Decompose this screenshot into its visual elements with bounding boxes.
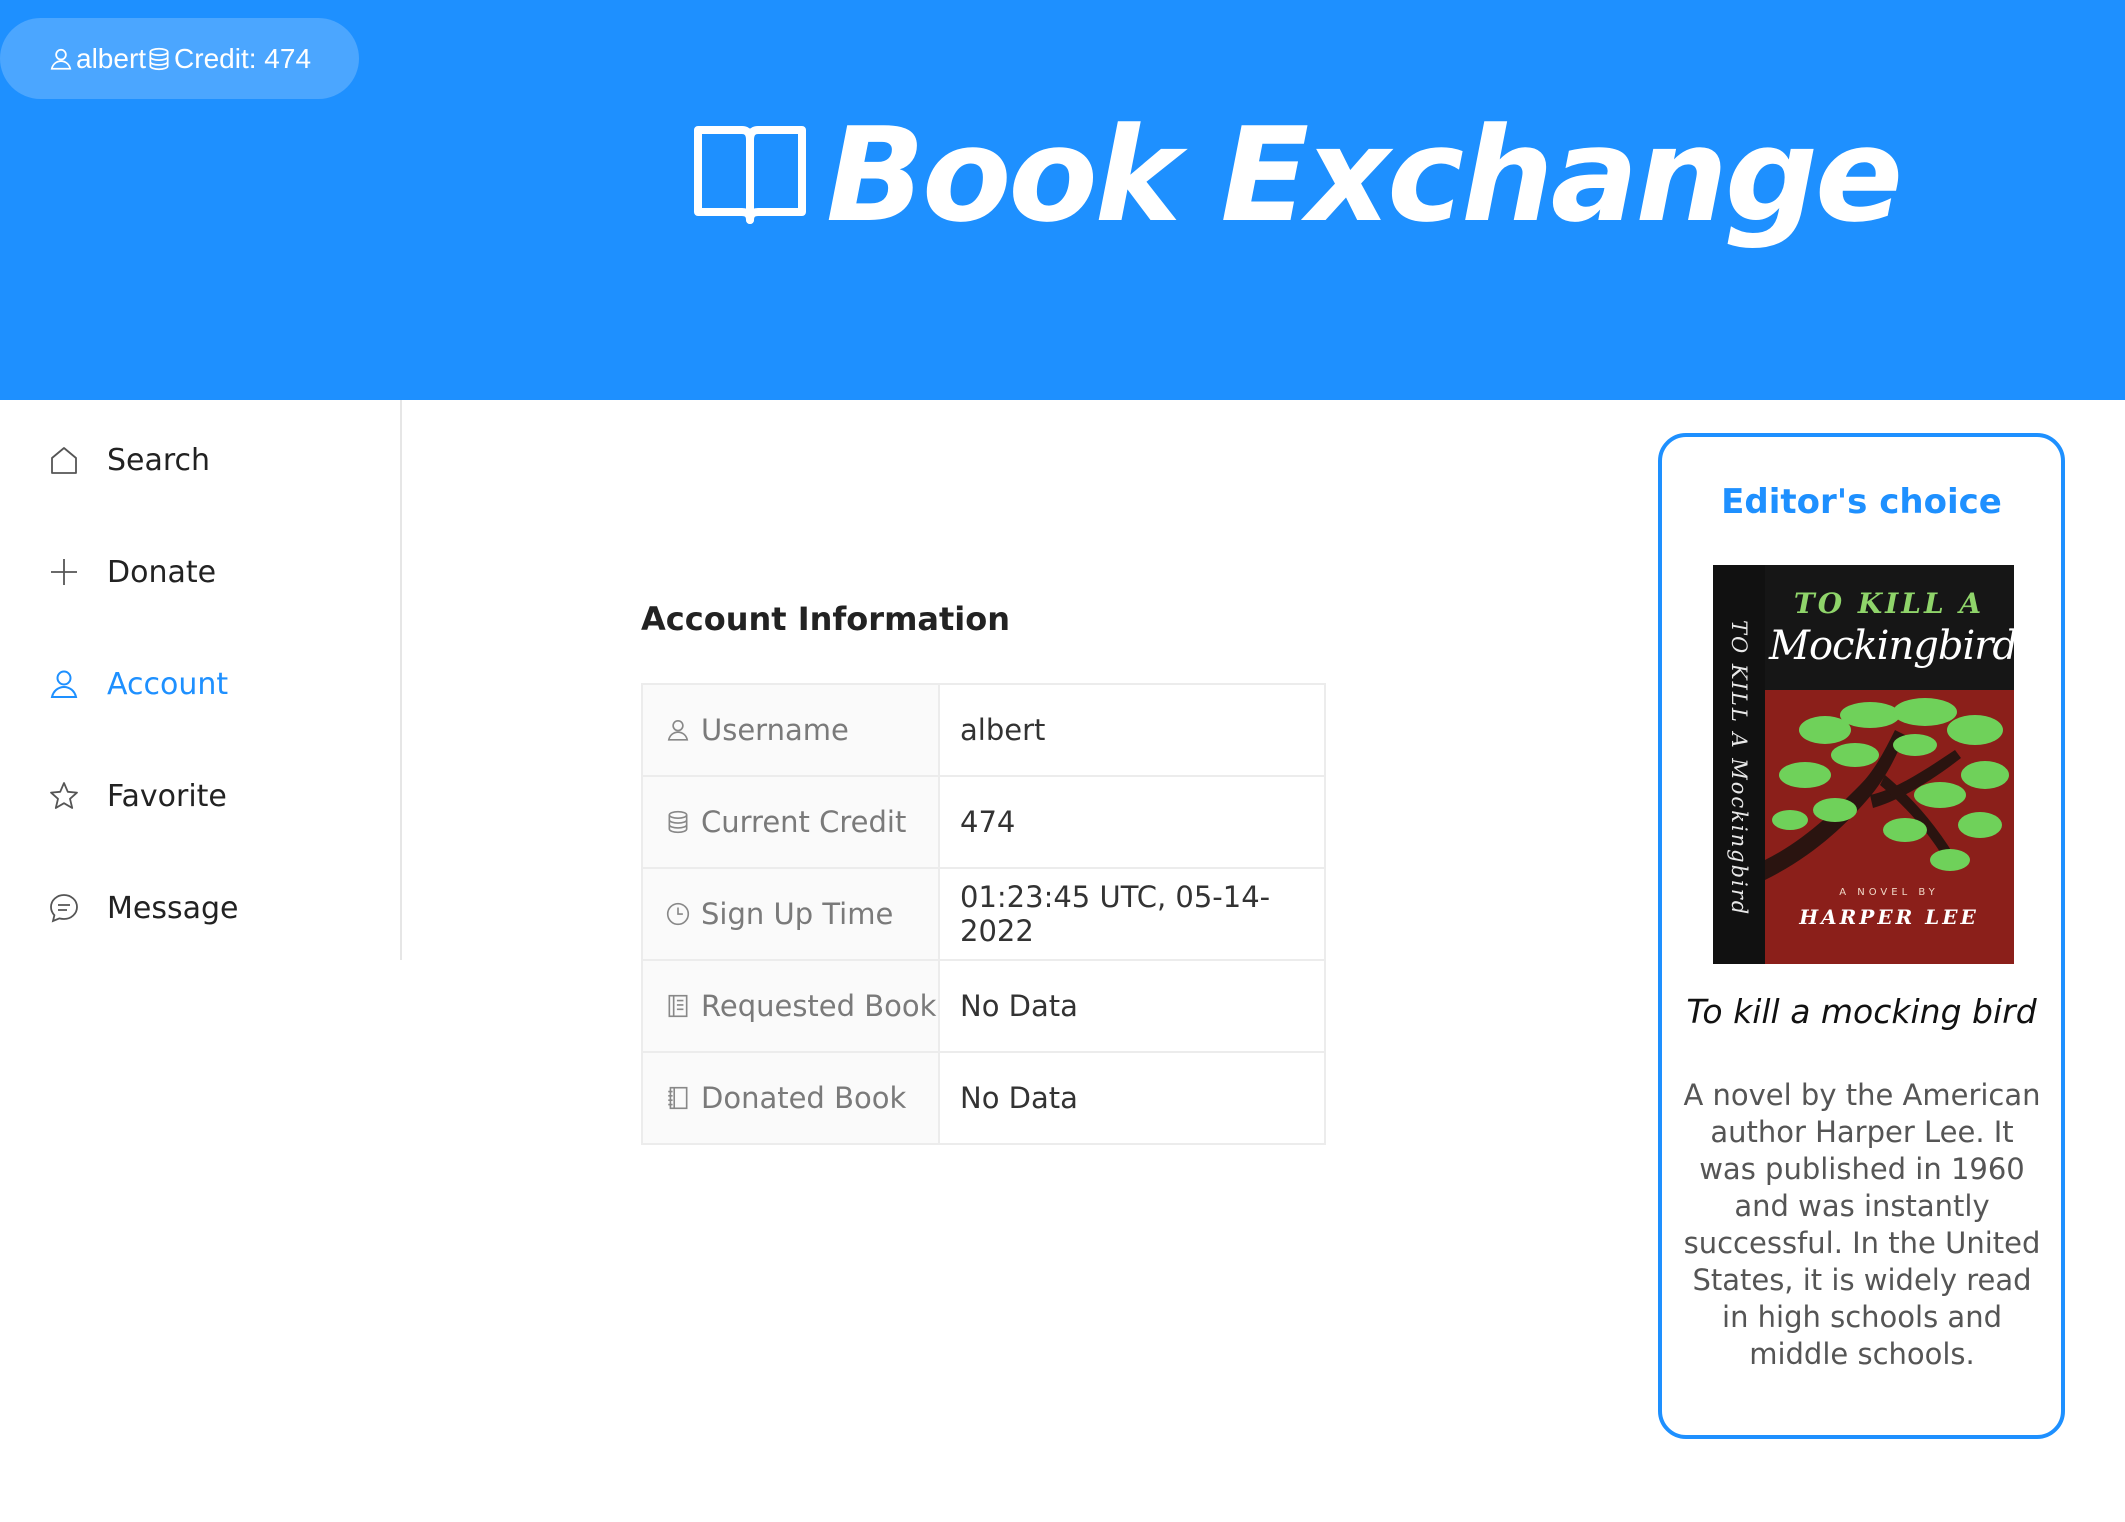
book-description: A novel by the American author Harper Le… <box>1683 1078 2041 1371</box>
row-label-text: Current Credit <box>701 805 907 839</box>
database-icon <box>146 46 172 72</box>
row-value: 01:23:45 UTC, 05-14-2022 <box>938 867 1326 961</box>
sidebar-nav: Search Donate Account Favorite Message <box>0 400 402 960</box>
sidebar-item-label: Account <box>107 666 229 702</box>
cover-spine-text: TO KILL A Mockingbird <box>1727 620 1751 917</box>
row-label: Username <box>641 683 940 777</box>
username-label: albert <box>76 42 147 74</box>
brand-title: Book Exchange <box>826 99 1903 251</box>
table-row: Sign Up Time 01:23:45 UTC, 05-14-2022 <box>641 867 1326 961</box>
database-icon <box>665 809 691 835</box>
sidebar-item-donate[interactable]: Donate <box>0 532 400 612</box>
book-cover-image[interactable]: TO KILL A Mockingbird TO KILL A Mockingb… <box>1713 565 2014 964</box>
sidebar-item-label: Message <box>107 890 239 926</box>
notebook-icon <box>665 1085 691 1111</box>
table-row: Username albert <box>641 683 1326 777</box>
user-icon <box>48 668 80 700</box>
user-icon <box>48 46 74 72</box>
sidebar-item-account[interactable]: Account <box>0 644 400 724</box>
row-label: Donated Book <box>641 1051 940 1145</box>
sidebar-item-label: Donate <box>107 554 217 590</box>
row-value: No Data <box>938 959 1326 1053</box>
account-info-table: Username albert Current Credit 474 Sign … <box>641 683 1326 1145</box>
card-title: Editor's choice <box>1721 482 2002 522</box>
message-icon <box>48 892 80 924</box>
app-header: albert Credit: 474 Book Exchange <box>0 0 2125 400</box>
row-value: No Data <box>938 1051 1326 1145</box>
open-book-icon <box>690 120 810 230</box>
brand: Book Exchange <box>690 99 1903 251</box>
cover-top-line: TO KILL A <box>1793 587 1985 620</box>
cover-author: HARPER LEE <box>1799 905 1979 929</box>
credit-label: Credit: 474 <box>174 42 312 74</box>
row-label-text: Donated Book <box>701 1081 907 1115</box>
section-title: Account Information <box>641 600 1011 638</box>
cover-main-title: Mockingbird <box>1769 623 2014 669</box>
table-row: Requested Book No Data <box>641 959 1326 1053</box>
user-credit-pill[interactable]: albert Credit: 474 <box>0 18 359 99</box>
sidebar-item-label: Search <box>107 442 211 478</box>
row-value: 474 <box>938 775 1326 869</box>
sidebar-item-favorite[interactable]: Favorite <box>0 756 400 836</box>
row-label-text: Username <box>701 713 849 747</box>
editor-choice-card: Editor's choice TO KILL A Mockingbird TO… <box>1658 433 2065 1439</box>
clock-icon <box>665 901 691 927</box>
sidebar-item-search[interactable]: Search <box>0 420 400 500</box>
sidebar-item-message[interactable]: Message <box>0 868 400 948</box>
user-icon <box>665 717 691 743</box>
row-label: Requested Book <box>641 959 940 1053</box>
sidebar-item-label: Favorite <box>107 778 227 814</box>
star-icon <box>48 780 80 812</box>
row-label-text: Sign Up Time <box>701 897 894 931</box>
book-name[interactable]: To kill a mocking bird <box>1662 992 2061 1031</box>
book-list-icon <box>665 993 691 1019</box>
row-label: Current Credit <box>641 775 940 869</box>
row-label: Sign Up Time <box>641 867 940 961</box>
cover-byline: A NOVEL BY <box>1839 887 1939 898</box>
table-row: Current Credit 474 <box>641 775 1326 869</box>
row-value: albert <box>938 683 1326 777</box>
row-label-text: Requested Book <box>701 989 937 1023</box>
home-icon <box>48 444 80 476</box>
table-row: Donated Book No Data <box>641 1051 1326 1145</box>
plus-icon <box>48 556 80 588</box>
